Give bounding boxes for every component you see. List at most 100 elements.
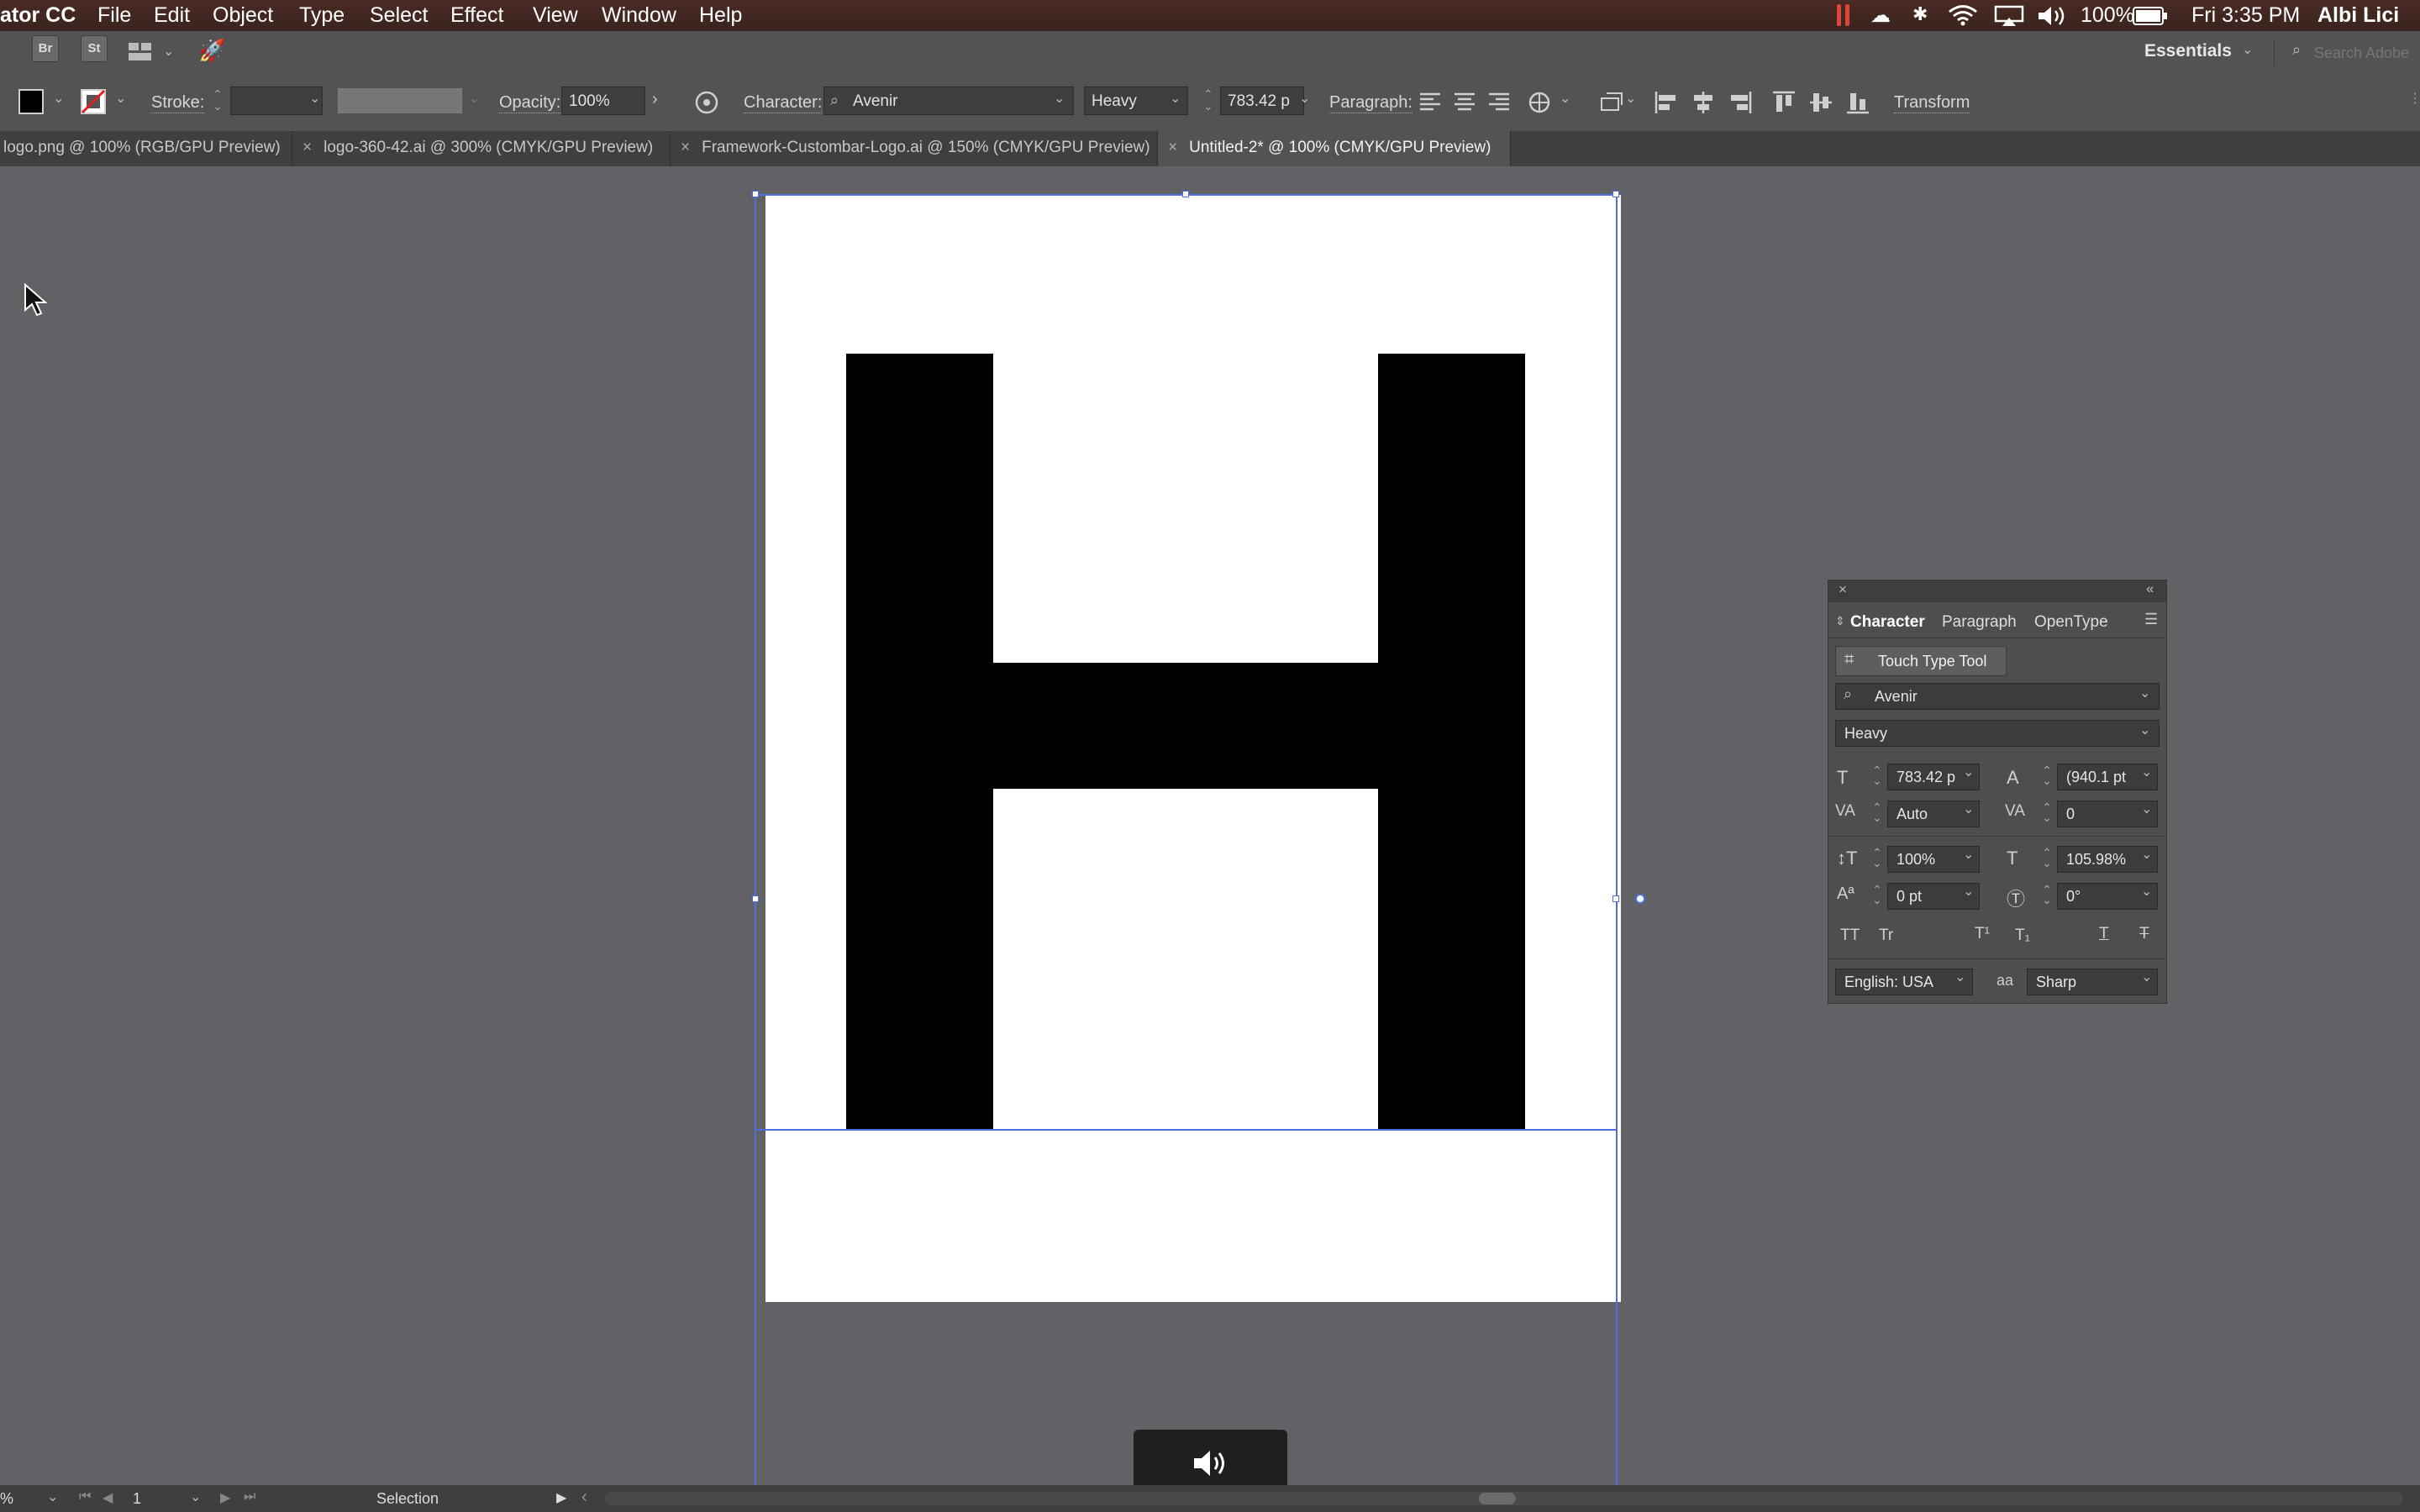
chevron-down-icon[interactable]: ⌄ [309, 90, 320, 107]
menu-file[interactable]: File [97, 3, 131, 28]
chevron-down-icon[interactable]: ⌄ [1963, 764, 1974, 780]
stroke-label[interactable]: Stroke: [151, 93, 205, 113]
horizontal-align-center-icon[interactable] [1691, 90, 1716, 115]
chevron-down-icon[interactable]: ⌄ [469, 90, 480, 107]
chevron-down-icon[interactable]: ⌄ [1299, 90, 1310, 107]
fill-swatch[interactable] [18, 89, 44, 114]
arrange-documents-icon[interactable] [128, 42, 153, 62]
font-size-field[interactable]: 783.42 p [1220, 87, 1304, 115]
chevron-down-icon[interactable]: ⌄ [1560, 90, 1570, 107]
menu-help[interactable]: Help [699, 3, 742, 28]
menu-select[interactable]: Select [370, 3, 428, 28]
subscript-icon[interactable]: T₁ [2015, 927, 2030, 945]
transform-link[interactable]: Transform [1894, 93, 1970, 113]
align-center-icon[interactable] [1453, 92, 1476, 112]
variable-width-profile[interactable] [338, 88, 462, 113]
paragraph-label[interactable]: Paragraph: [1329, 93, 1413, 113]
wifi-icon[interactable] [1948, 4, 1978, 26]
vertical-scale-stepper[interactable]: ⌃ ⌄ [1872, 847, 1882, 869]
tracking-stepper[interactable]: ⌃ ⌄ [2042, 801, 2052, 823]
menu-window[interactable]: Window [602, 3, 676, 28]
gpu-performance-icon[interactable]: 🚀 [198, 38, 225, 64]
character-rotation-stepper[interactable]: ⌃ ⌄ [2042, 884, 2052, 906]
all-caps-icon[interactable]: TT [1840, 927, 1860, 945]
control-bar-menu-icon[interactable]: ⋮ [2408, 90, 2420, 107]
resize-handle-top-left[interactable] [752, 191, 759, 197]
horizontal-align-right-icon[interactable] [1728, 90, 1753, 115]
tab-untitled-2[interactable]: × Untitled-2* @ 100% (CMYK/GPU Preview) [1158, 131, 1511, 166]
chevron-down-icon[interactable]: ⌄ [1954, 969, 1965, 985]
opacity-field[interactable]: 100% [561, 87, 645, 115]
superscript-icon[interactable]: T¹ [1975, 925, 1990, 943]
chevron-down-icon[interactable]: ⌄ [1963, 883, 1974, 900]
global-edit-icon[interactable] [1527, 90, 1552, 115]
chevron-down-icon[interactable]: ⌄ [1054, 90, 1065, 107]
panel-options-toggle-icon[interactable]: ⇕ [1835, 614, 1845, 628]
chevron-down-icon[interactable]: ⌄ [1625, 90, 1636, 107]
close-icon[interactable]: × [1168, 139, 1177, 156]
collapse-icon[interactable]: « [2146, 580, 2154, 597]
scrollbar-thumb[interactable] [1479, 1493, 1516, 1504]
tab-logo-360-42[interactable]: × logo-360-42.ai @ 300% (CMYK/GPU Preview… [292, 131, 671, 166]
close-icon[interactable]: × [681, 139, 690, 156]
status-menu-arrow-icon[interactable]: ▶ [556, 1489, 566, 1506]
recolor-artwork-icon[interactable] [694, 90, 719, 115]
glyph-h-right-stem[interactable] [1378, 354, 1525, 1129]
stock-button[interactable]: St [81, 35, 108, 62]
panel-menu-icon[interactable]: ☰ [2144, 611, 2158, 628]
tab-paragraph[interactable]: Paragraph [1942, 607, 2017, 638]
resize-handle-middle-right[interactable] [1612, 895, 1619, 902]
zoom-level[interactable]: % [0, 1490, 13, 1508]
close-icon[interactable]: × [302, 139, 312, 156]
user-name[interactable]: Albi Lici [2317, 3, 2399, 28]
font-size-stepper[interactable]: ⌃ ⌄ [1203, 88, 1213, 112]
chevron-down-icon[interactable]: ⌄ [115, 90, 126, 107]
chevron-down-icon[interactable]: ⌄ [2139, 722, 2150, 738]
glyph-h-left-stem[interactable] [846, 354, 993, 1129]
character-label[interactable]: Character: [744, 93, 823, 113]
chevron-down-icon[interactable]: ⌄ [2141, 883, 2152, 900]
tab-logo-png[interactable]: logo.png @ 100% (RGB/GPU Preview) [0, 131, 292, 166]
app-menu[interactable]: ator CC [0, 3, 76, 28]
resize-handle-middle-left[interactable] [752, 895, 759, 902]
chevron-down-icon[interactable]: ⌄ [2141, 969, 2152, 985]
menu-edit[interactable]: Edit [154, 3, 190, 28]
recording-indicator-icon[interactable] [1837, 4, 1850, 26]
close-icon[interactable]: × [1839, 581, 1847, 598]
current-tool-status[interactable]: Selection [376, 1490, 439, 1508]
chevron-down-icon[interactable]: ⌄ [163, 43, 174, 60]
vertical-align-top-icon[interactable] [1771, 90, 1797, 115]
menu-effect[interactable]: Effect [450, 3, 503, 28]
artboard[interactable]: H [765, 195, 1621, 1302]
touch-type-tool-button[interactable]: ⌗ Touch Type Tool [1835, 646, 2007, 676]
vertical-align-bottom-icon[interactable] [1845, 90, 1870, 115]
airplay-icon[interactable] [1994, 5, 2024, 27]
scroll-left-icon[interactable]: ‹ [581, 1488, 587, 1507]
chevron-down-icon[interactable]: ⌄ [2242, 41, 2253, 58]
cloud-icon[interactable]: ☁ [1870, 3, 1891, 28]
resize-handle-top-center[interactable] [1182, 191, 1189, 197]
horizontal-align-left-icon[interactable] [1654, 90, 1679, 115]
previous-artboard-icon[interactable]: ◀ [103, 1489, 113, 1506]
chevron-down-icon[interactable]: ⌄ [2141, 846, 2152, 863]
tab-framework-custombar-logo[interactable]: × Framework-Custombar-Logo.ai @ 150% (CMY… [671, 131, 1158, 166]
last-artboard-icon[interactable]: ⏭ [244, 1489, 255, 1504]
font-family-field[interactable]: Avenir [823, 87, 1074, 115]
opacity-label[interactable]: Opacity: [499, 93, 561, 113]
battery-icon[interactable] [2133, 7, 2168, 25]
underline-icon[interactable]: T [2099, 925, 2109, 943]
next-artboard-icon[interactable]: ▶ [220, 1489, 230, 1506]
glyph-h-crossbar[interactable] [993, 663, 1378, 789]
leading-stepper[interactable]: ⌃ ⌄ [2042, 764, 2052, 786]
first-artboard-icon[interactable]: ⏮ [79, 1489, 91, 1504]
font-family-field[interactable]: Avenir [1835, 683, 2160, 710]
menu-type[interactable]: Type [299, 3, 345, 28]
workspace-switcher[interactable]: Essentials [2144, 41, 2232, 61]
horizontal-scale-stepper[interactable]: ⌃ ⌄ [2042, 847, 2052, 869]
anti-aliasing-select[interactable]: Sharp [2027, 969, 2158, 995]
resize-handle-top-right[interactable] [1612, 191, 1619, 197]
strikethrough-icon[interactable]: T [2139, 925, 2149, 943]
baseline-shift-stepper[interactable]: ⌃ ⌄ [1872, 884, 1882, 906]
menu-view[interactable]: View [533, 3, 578, 28]
align-left-icon[interactable] [1418, 92, 1442, 112]
